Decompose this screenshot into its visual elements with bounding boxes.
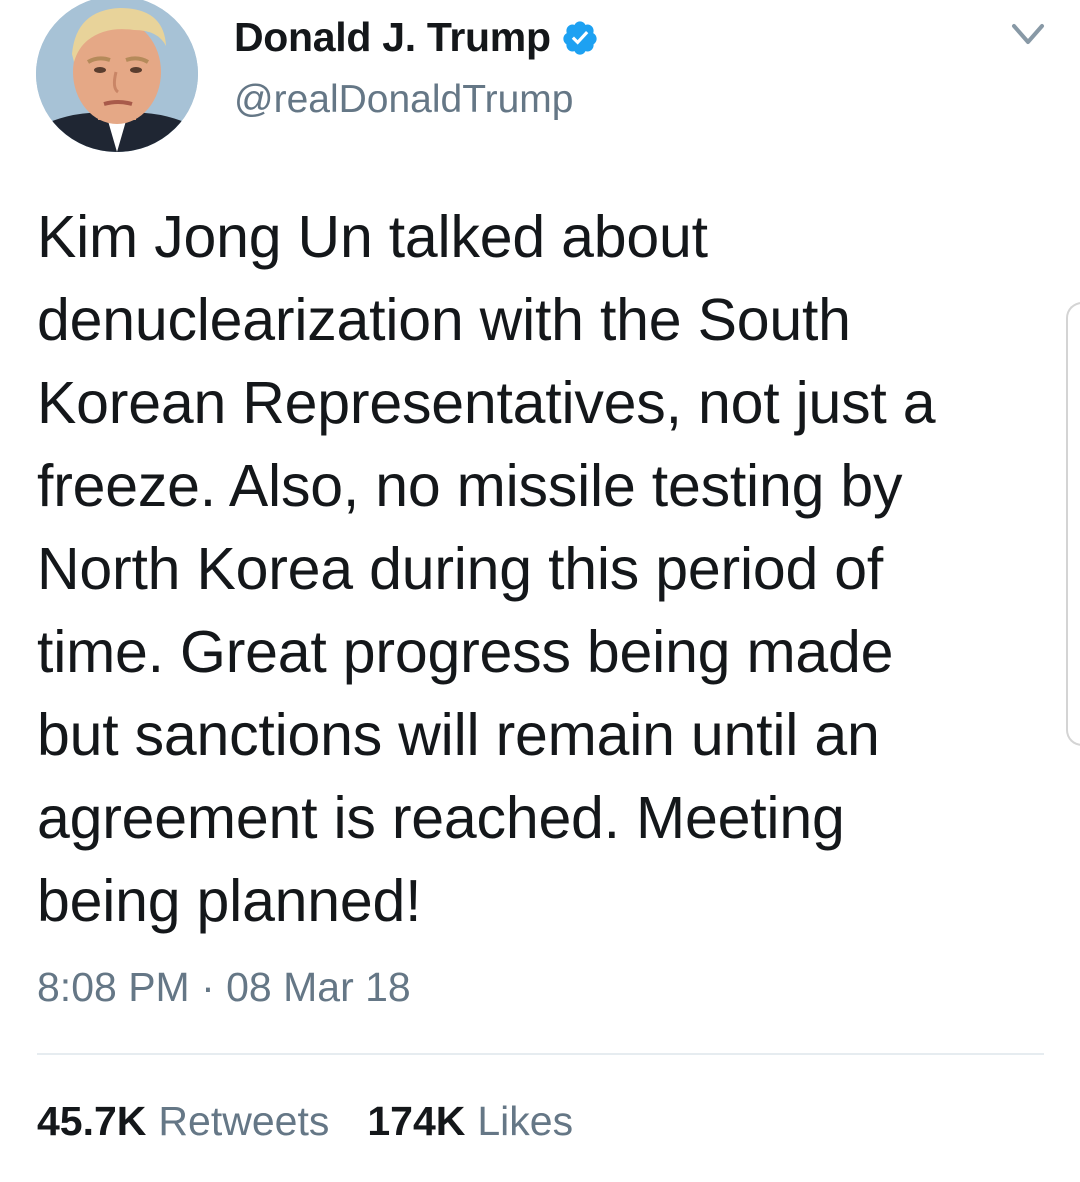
- tweet-text: Kim Jong Un talked about denuclearizatio…: [37, 204, 936, 934]
- tweet-stats: 45.7K Retweets 174K Likes: [37, 1098, 573, 1145]
- display-name[interactable]: Donald J. Trump: [234, 14, 551, 61]
- scrollbar-handle[interactable]: [1066, 302, 1080, 746]
- tweet-detail: Donald J. Trump @realDonaldTrump Kim Jon…: [0, 0, 1080, 1182]
- retweets-count: 45.7K: [37, 1098, 147, 1144]
- verified-badge-icon: [561, 19, 599, 57]
- retweets-stat[interactable]: 45.7K Retweets: [37, 1098, 329, 1145]
- tweet-timestamp[interactable]: 8:08 PM · 08 Mar 18: [37, 964, 411, 1011]
- author-name-row[interactable]: Donald J. Trump: [234, 14, 599, 61]
- likes-count: 174K: [367, 1098, 466, 1144]
- divider: [37, 1053, 1044, 1055]
- avatar[interactable]: [36, 0, 198, 152]
- avatar-image: [36, 0, 198, 152]
- likes-label: Likes: [477, 1098, 574, 1144]
- chevron-down-icon[interactable]: [1010, 20, 1046, 48]
- retweets-label: Retweets: [158, 1098, 330, 1144]
- likes-stat[interactable]: 174K Likes: [367, 1098, 573, 1145]
- user-handle[interactable]: @realDonaldTrump: [234, 78, 573, 122]
